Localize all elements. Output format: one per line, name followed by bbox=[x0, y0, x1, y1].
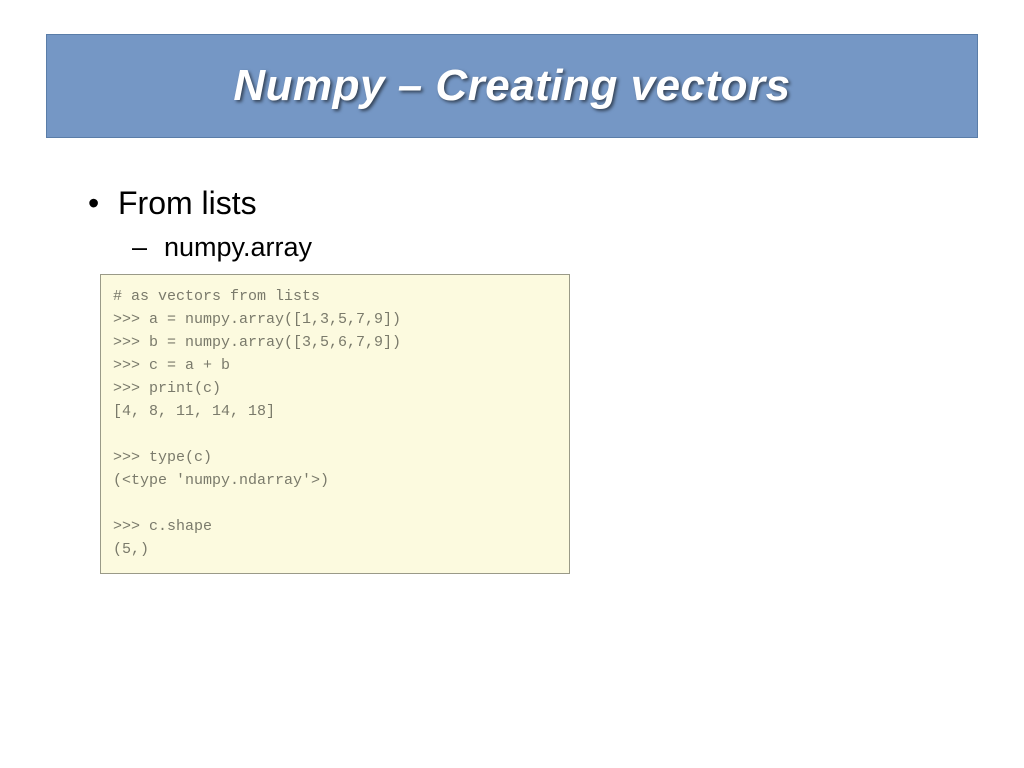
bullet-level1-text: From lists bbox=[118, 185, 257, 221]
bullet-from-lists: From lists numpy.array bbox=[80, 185, 940, 263]
bullet-numpy-array: numpy.array bbox=[118, 232, 940, 263]
slide-title: Numpy – Creating vectors bbox=[233, 61, 790, 111]
bullet-level2-text: numpy.array bbox=[164, 232, 312, 262]
code-block: # as vectors from lists >>> a = numpy.ar… bbox=[100, 274, 570, 574]
slide-title-band: Numpy – Creating vectors bbox=[46, 34, 978, 138]
slide-body: From lists numpy.array bbox=[80, 185, 940, 271]
